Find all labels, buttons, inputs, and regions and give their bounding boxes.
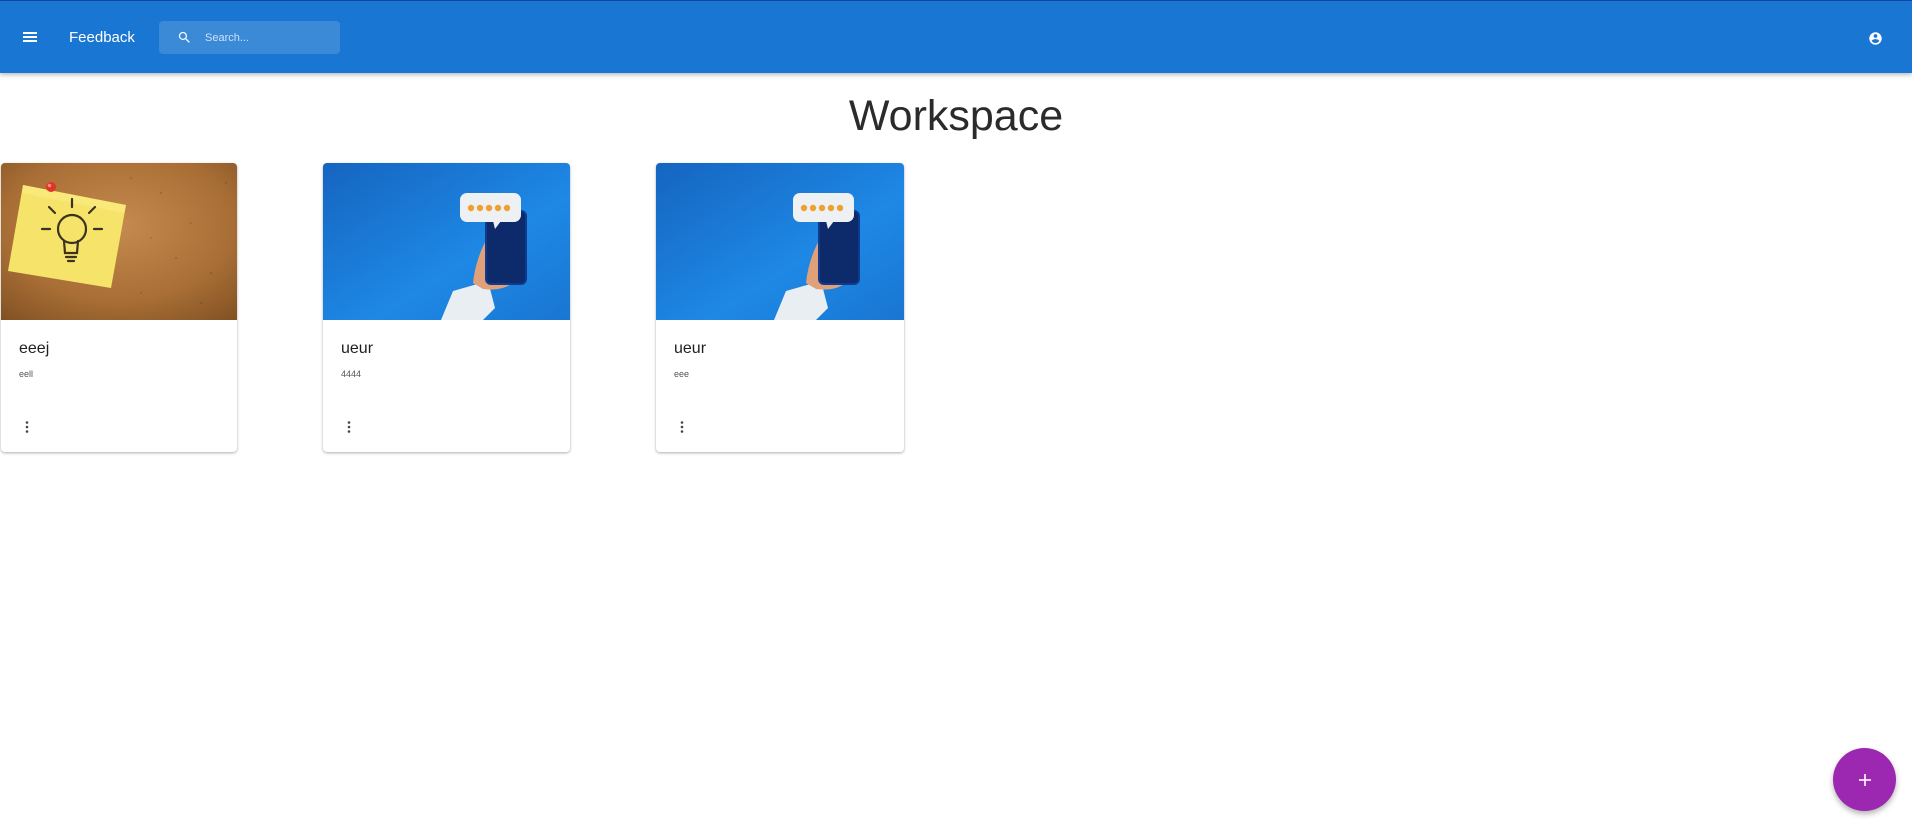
account-button[interactable] [1864, 27, 1886, 49]
more-vert-icon [347, 421, 351, 433]
workspace-card[interactable]: ueur 4444 [323, 163, 570, 452]
search-box[interactable] [159, 21, 340, 54]
lightbulb-sticky-note-image [1, 163, 237, 320]
add-button[interactable] [1833, 748, 1896, 811]
search-icon [178, 31, 190, 43]
menu-button[interactable] [16, 23, 44, 51]
add-icon [1858, 773, 1871, 786]
search-input[interactable] [205, 21, 335, 54]
page-title: Workspace [848, 92, 1064, 140]
phone-rating-image [656, 163, 904, 320]
workspace-card[interactable]: ueur eee [656, 163, 904, 452]
card-subtitle: eell [19, 369, 34, 379]
card-title: ueur [674, 340, 707, 357]
app-title: Feedback [69, 29, 135, 46]
workspace-card[interactable]: eeej eell [1, 163, 237, 452]
account-circle-icon [1868, 31, 1882, 45]
more-vert-icon [25, 421, 29, 433]
card-title: eeej [19, 340, 50, 357]
phone-rating-image [323, 163, 570, 320]
card-title: ueur [341, 340, 374, 357]
card-more-button[interactable] [337, 415, 361, 439]
menu-icon [23, 32, 37, 42]
card-more-button[interactable] [15, 415, 39, 439]
card-more-button[interactable] [670, 415, 694, 439]
card-subtitle: eee [674, 369, 690, 379]
card-subtitle: 4444 [341, 369, 362, 379]
app-bar: Feedback [0, 0, 1912, 73]
more-vert-icon [680, 421, 684, 433]
